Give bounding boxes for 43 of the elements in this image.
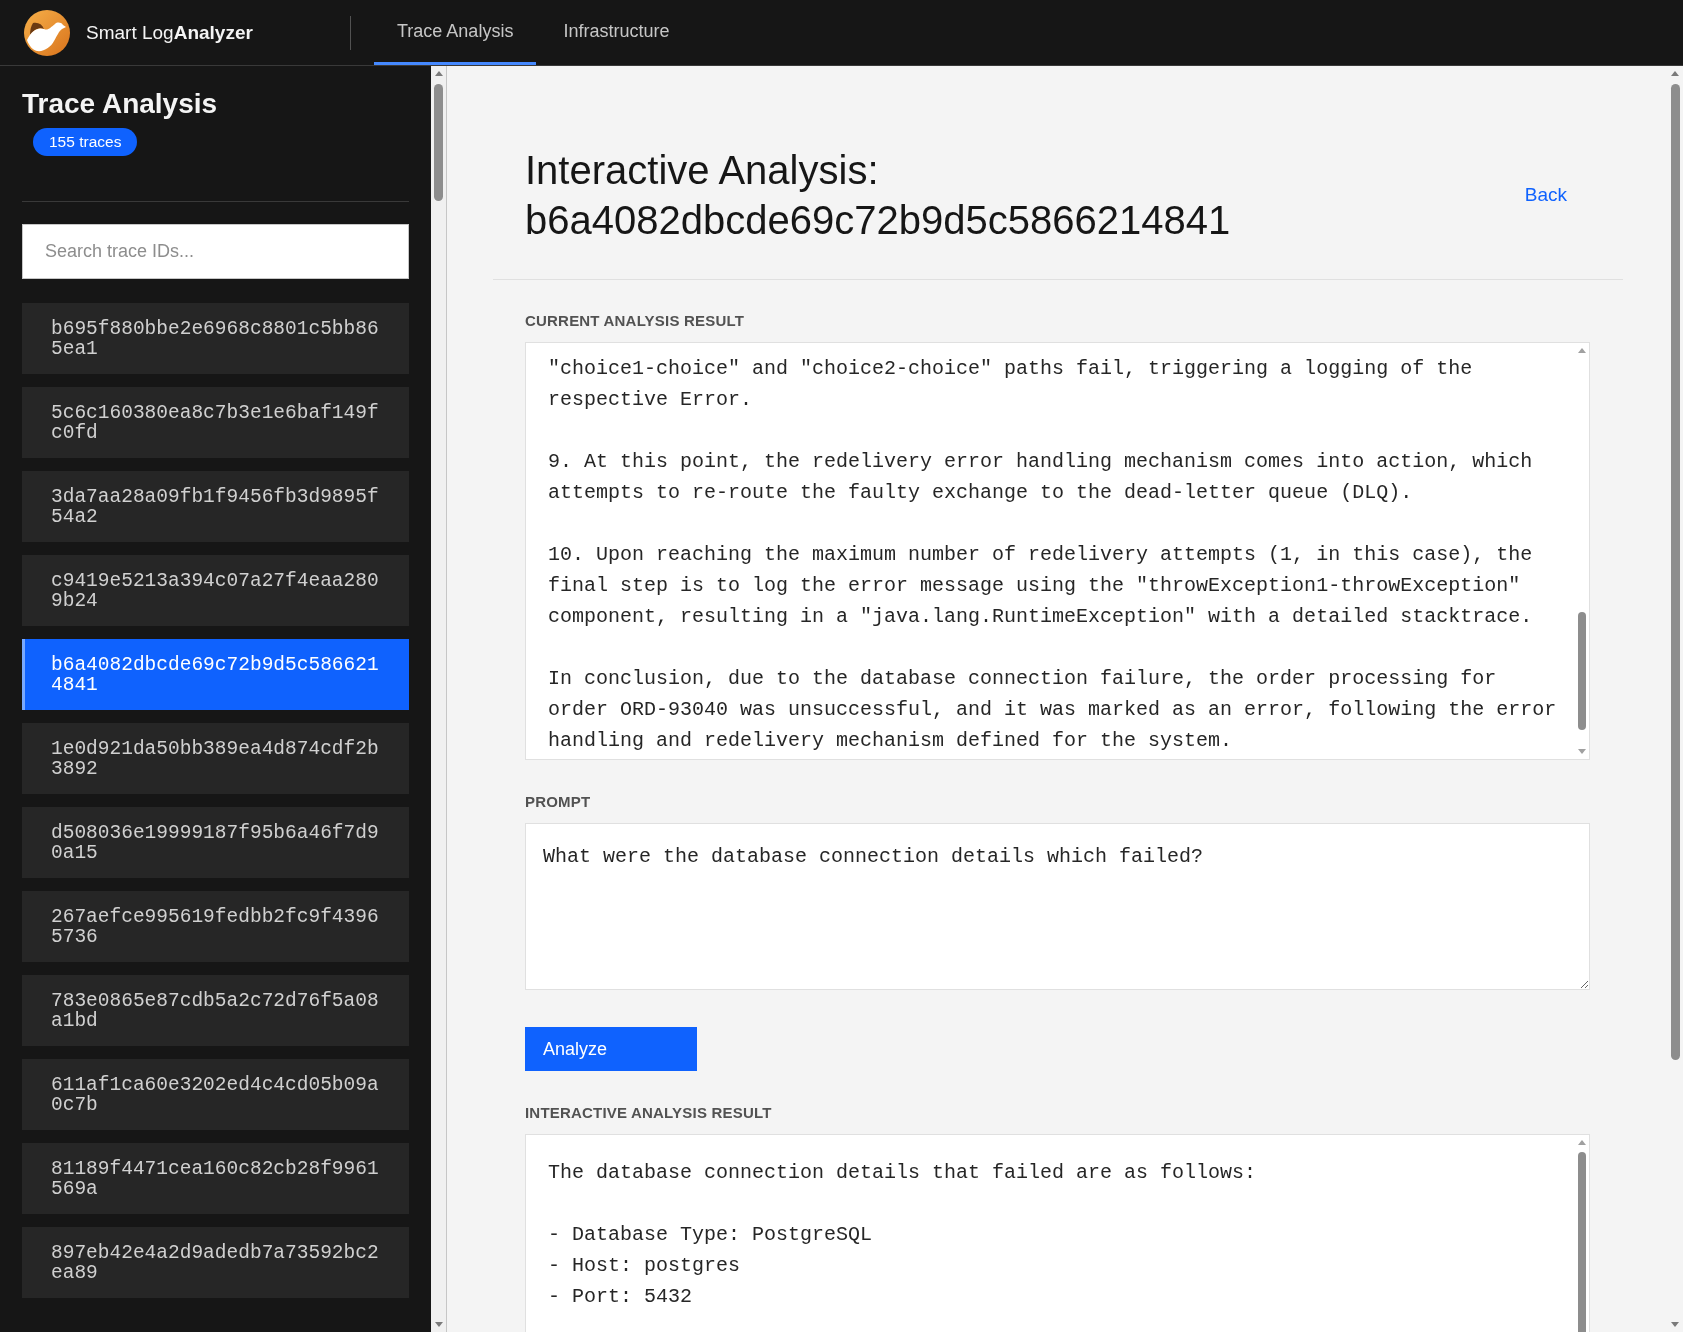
brand-name: Smart LogAnalyzer — [86, 21, 253, 44]
analyze-button[interactable]: Analyze — [525, 1027, 697, 1071]
result-line: - Database Type: PostgreSQL — [548, 1222, 873, 1248]
trace-count-badge: 155 traces — [33, 128, 138, 156]
scrollbar-thumb[interactable] — [1578, 612, 1586, 730]
trace-item[interactable]: 1e0d921da50bb389ea4d874cdf2b3892 — [22, 723, 409, 794]
analysis-paragraph: In conclusion, due to the database connection failure, the order processing for order ORD-93040 was unsuccessful, and it was marked as an error, following the error handling and redelivery mechanism defined for the system. — [548, 666, 1558, 754]
scrollbar-thumb[interactable] — [1670, 84, 1680, 1060]
result-line: - Host: postgres — [548, 1253, 741, 1279]
logo-icon — [24, 9, 70, 56]
scrollbar-thumb[interactable] — [434, 84, 443, 201]
nav-tab[interactable]: Infrastructure — [536, 0, 693, 65]
search-field[interactable]: Search trace IDs... — [22, 224, 409, 279]
back-link[interactable]: Back — [1524, 184, 1567, 206]
analysis-paragraph: 9. At this point, the redelivery error handling mechanism comes into action, which attempts to re-route the faulty exchange to the dead-letter queue (DLQ). — [548, 449, 1534, 506]
trace-item[interactable]: 611af1ca60e3202ed4c4cd05b09a0c7b — [22, 1059, 409, 1130]
scroll-up-icon[interactable] — [434, 71, 443, 76]
trace-item[interactable]: 81189f4471cea160c82cb28f9961569a — [22, 1143, 409, 1214]
result-line: The database connection details that failed are as follows: — [548, 1160, 1257, 1186]
scroll-up-icon[interactable] — [1671, 71, 1679, 76]
sidebar-title: Trace Analysis — [22, 87, 219, 121]
section-label: PROMPT — [525, 793, 592, 811]
scroll-down-icon[interactable] — [434, 1322, 443, 1327]
scroll-up-icon[interactable] — [1578, 348, 1586, 353]
trace-item[interactable]: c9419e5213a394c07a27f4eaa2809b24 — [22, 555, 409, 626]
trace-item[interactable]: 897eb42e4a2d9adedb7a73592bc2ea89 — [22, 1227, 409, 1298]
trace-item[interactable]: b695f880bbe2e6968c8801c5bb865ea1 — [22, 303, 409, 374]
result-line: - Port: 5432 — [548, 1284, 693, 1310]
trace-item[interactable]: 5c6c160380ea8c7b3e1e6baf149fc0fd — [22, 387, 409, 458]
trace-item[interactable]: d508036e19999187f95b6a46f7d90a15 — [22, 807, 409, 878]
scroll-down-icon[interactable] — [1671, 1322, 1679, 1327]
scroll-up-icon[interactable] — [1578, 1140, 1586, 1145]
trace-item[interactable]: b6a4082dbcde69c72b9d5c5866214841 — [22, 639, 409, 710]
trace-item[interactable]: 267aefce995619fedbb2fc9f43965736 — [22, 891, 409, 962]
section-label: INTERACTIVE ANALYSIS RESULT — [525, 1104, 773, 1122]
trace-item[interactable]: 3da7aa28a09fb1f9456fb3d9895f54a2 — [22, 471, 409, 542]
section-label: CURRENT ANALYSIS RESULT — [525, 312, 746, 330]
analysis-paragraph: "choice1-choice" and "choice2-choice" paths fail, triggering a logging of the respective Error. — [548, 356, 1474, 413]
scroll-down-icon[interactable] — [1578, 749, 1586, 754]
prompt-field[interactable]: What were the database connection details which failed? — [525, 823, 1590, 990]
trace-item[interactable]: 783e0865e87cdb5a2c72d76f5a08a1bd — [22, 975, 409, 1046]
analysis-paragraph: 10. Upon reaching the maximum number of redelivery attempts (1, in this case), the final step is to log the error message using the "throwException1-throwException" component, resulting in a "java.lang.RuntimeException" with a detailed stacktrace. — [548, 542, 1534, 630]
page-title: Interactive Analysis: b6a4082dbcde69c72b9d5c5866214841 — [525, 147, 1232, 244]
